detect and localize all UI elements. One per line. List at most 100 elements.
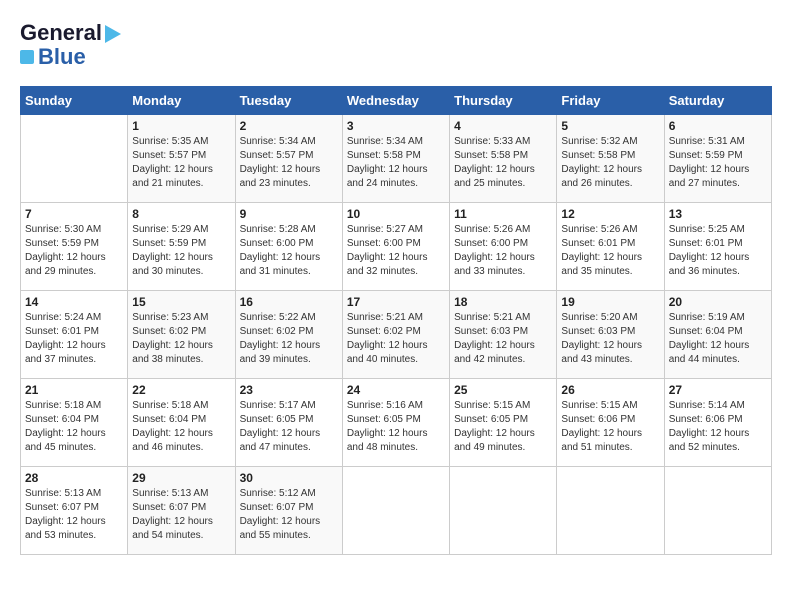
- daylight-text: Daylight: 12 hours and 32 minutes.: [347, 252, 428, 277]
- day-info: Sunrise: 5:19 AM Sunset: 6:04 PM Dayligh…: [669, 311, 767, 367]
- calendar-cell: 30 Sunrise: 5:12 AM Sunset: 6:07 PM Dayl…: [235, 467, 342, 555]
- page-header: General Blue: [20, 20, 772, 70]
- calendar-cell: 5 Sunrise: 5:32 AM Sunset: 5:58 PM Dayli…: [557, 115, 664, 203]
- day-number: 4: [454, 119, 552, 133]
- day-info: Sunrise: 5:27 AM Sunset: 6:00 PM Dayligh…: [347, 223, 445, 279]
- sunset-text: Sunset: 6:02 PM: [240, 326, 314, 337]
- daylight-text: Daylight: 12 hours and 26 minutes.: [561, 164, 642, 189]
- sunrise-text: Sunrise: 5:32 AM: [561, 136, 637, 147]
- day-info: Sunrise: 5:17 AM Sunset: 6:05 PM Dayligh…: [240, 399, 338, 455]
- sunrise-text: Sunrise: 5:18 AM: [25, 400, 101, 411]
- day-number: 13: [669, 207, 767, 221]
- day-info: Sunrise: 5:22 AM Sunset: 6:02 PM Dayligh…: [240, 311, 338, 367]
- day-info: Sunrise: 5:29 AM Sunset: 5:59 PM Dayligh…: [132, 223, 230, 279]
- sunset-text: Sunset: 5:59 PM: [669, 150, 743, 161]
- day-info: Sunrise: 5:18 AM Sunset: 6:04 PM Dayligh…: [132, 399, 230, 455]
- sunset-text: Sunset: 6:05 PM: [240, 414, 314, 425]
- sunrise-text: Sunrise: 5:35 AM: [132, 136, 208, 147]
- week-row-2: 7 Sunrise: 5:30 AM Sunset: 5:59 PM Dayli…: [21, 203, 772, 291]
- daylight-text: Daylight: 12 hours and 40 minutes.: [347, 340, 428, 365]
- daylight-text: Daylight: 12 hours and 43 minutes.: [561, 340, 642, 365]
- daylight-text: Daylight: 12 hours and 30 minutes.: [132, 252, 213, 277]
- daylight-text: Daylight: 12 hours and 39 minutes.: [240, 340, 321, 365]
- logo-text-blue: Blue: [38, 44, 86, 70]
- sunrise-text: Sunrise: 5:21 AM: [347, 312, 423, 323]
- sunset-text: Sunset: 5:59 PM: [132, 238, 206, 249]
- sunset-text: Sunset: 6:01 PM: [669, 238, 743, 249]
- day-number: 23: [240, 383, 338, 397]
- calendar-cell: 25 Sunrise: 5:15 AM Sunset: 6:05 PM Dayl…: [450, 379, 557, 467]
- weekday-header-sunday: Sunday: [21, 87, 128, 115]
- day-info: Sunrise: 5:34 AM Sunset: 5:57 PM Dayligh…: [240, 135, 338, 191]
- sunrise-text: Sunrise: 5:21 AM: [454, 312, 530, 323]
- sunset-text: Sunset: 6:07 PM: [240, 502, 314, 513]
- day-info: Sunrise: 5:13 AM Sunset: 6:07 PM Dayligh…: [132, 487, 230, 543]
- sunrise-text: Sunrise: 5:13 AM: [132, 488, 208, 499]
- calendar-cell: 26 Sunrise: 5:15 AM Sunset: 6:06 PM Dayl…: [557, 379, 664, 467]
- calendar-cell: 27 Sunrise: 5:14 AM Sunset: 6:06 PM Dayl…: [664, 379, 771, 467]
- day-number: 28: [25, 471, 123, 485]
- daylight-text: Daylight: 12 hours and 52 minutes.: [669, 428, 750, 453]
- day-info: Sunrise: 5:14 AM Sunset: 6:06 PM Dayligh…: [669, 399, 767, 455]
- sunrise-text: Sunrise: 5:22 AM: [240, 312, 316, 323]
- sunset-text: Sunset: 6:06 PM: [669, 414, 743, 425]
- daylight-text: Daylight: 12 hours and 47 minutes.: [240, 428, 321, 453]
- day-info: Sunrise: 5:35 AM Sunset: 5:57 PM Dayligh…: [132, 135, 230, 191]
- sunrise-text: Sunrise: 5:16 AM: [347, 400, 423, 411]
- sunrise-text: Sunrise: 5:27 AM: [347, 224, 423, 235]
- sunrise-text: Sunrise: 5:17 AM: [240, 400, 316, 411]
- day-info: Sunrise: 5:25 AM Sunset: 6:01 PM Dayligh…: [669, 223, 767, 279]
- daylight-text: Daylight: 12 hours and 55 minutes.: [240, 516, 321, 541]
- calendar-cell: 14 Sunrise: 5:24 AM Sunset: 6:01 PM Dayl…: [21, 291, 128, 379]
- day-number: 6: [669, 119, 767, 133]
- weekday-header-saturday: Saturday: [664, 87, 771, 115]
- daylight-text: Daylight: 12 hours and 24 minutes.: [347, 164, 428, 189]
- day-info: Sunrise: 5:15 AM Sunset: 6:06 PM Dayligh…: [561, 399, 659, 455]
- week-row-4: 21 Sunrise: 5:18 AM Sunset: 6:04 PM Dayl…: [21, 379, 772, 467]
- day-number: 17: [347, 295, 445, 309]
- day-info: Sunrise: 5:15 AM Sunset: 6:05 PM Dayligh…: [454, 399, 552, 455]
- calendar-cell: 28 Sunrise: 5:13 AM Sunset: 6:07 PM Dayl…: [21, 467, 128, 555]
- sunrise-text: Sunrise: 5:34 AM: [347, 136, 423, 147]
- weekday-header-thursday: Thursday: [450, 87, 557, 115]
- day-number: 9: [240, 207, 338, 221]
- logo-blue-box: [20, 50, 34, 64]
- calendar-cell: 11 Sunrise: 5:26 AM Sunset: 6:00 PM Dayl…: [450, 203, 557, 291]
- sunrise-text: Sunrise: 5:23 AM: [132, 312, 208, 323]
- day-number: 16: [240, 295, 338, 309]
- sunrise-text: Sunrise: 5:26 AM: [561, 224, 637, 235]
- sunrise-text: Sunrise: 5:33 AM: [454, 136, 530, 147]
- day-info: Sunrise: 5:30 AM Sunset: 5:59 PM Dayligh…: [25, 223, 123, 279]
- sunrise-text: Sunrise: 5:19 AM: [669, 312, 745, 323]
- calendar-cell: 29 Sunrise: 5:13 AM Sunset: 6:07 PM Dayl…: [128, 467, 235, 555]
- sunset-text: Sunset: 6:00 PM: [240, 238, 314, 249]
- day-number: 27: [669, 383, 767, 397]
- sunset-text: Sunset: 5:58 PM: [561, 150, 635, 161]
- sunset-text: Sunset: 6:05 PM: [454, 414, 528, 425]
- day-info: Sunrise: 5:21 AM Sunset: 6:03 PM Dayligh…: [454, 311, 552, 367]
- weekday-header-monday: Monday: [128, 87, 235, 115]
- daylight-text: Daylight: 12 hours and 38 minutes.: [132, 340, 213, 365]
- sunrise-text: Sunrise: 5:14 AM: [669, 400, 745, 411]
- daylight-text: Daylight: 12 hours and 46 minutes.: [132, 428, 213, 453]
- daylight-text: Daylight: 12 hours and 54 minutes.: [132, 516, 213, 541]
- sunset-text: Sunset: 6:05 PM: [347, 414, 421, 425]
- calendar-cell: 24 Sunrise: 5:16 AM Sunset: 6:05 PM Dayl…: [342, 379, 449, 467]
- calendar-cell: 13 Sunrise: 5:25 AM Sunset: 6:01 PM Dayl…: [664, 203, 771, 291]
- sunrise-text: Sunrise: 5:25 AM: [669, 224, 745, 235]
- sunset-text: Sunset: 6:02 PM: [347, 326, 421, 337]
- calendar-cell: 10 Sunrise: 5:27 AM Sunset: 6:00 PM Dayl…: [342, 203, 449, 291]
- day-info: Sunrise: 5:31 AM Sunset: 5:59 PM Dayligh…: [669, 135, 767, 191]
- calendar-cell: 22 Sunrise: 5:18 AM Sunset: 6:04 PM Dayl…: [128, 379, 235, 467]
- day-number: 25: [454, 383, 552, 397]
- weekday-row: SundayMondayTuesdayWednesdayThursdayFrid…: [21, 87, 772, 115]
- daylight-text: Daylight: 12 hours and 33 minutes.: [454, 252, 535, 277]
- day-number: 21: [25, 383, 123, 397]
- daylight-text: Daylight: 12 hours and 44 minutes.: [669, 340, 750, 365]
- daylight-text: Daylight: 12 hours and 49 minutes.: [454, 428, 535, 453]
- daylight-text: Daylight: 12 hours and 31 minutes.: [240, 252, 321, 277]
- sunrise-text: Sunrise: 5:29 AM: [132, 224, 208, 235]
- sunrise-text: Sunrise: 5:24 AM: [25, 312, 101, 323]
- sunset-text: Sunset: 6:00 PM: [347, 238, 421, 249]
- day-info: Sunrise: 5:12 AM Sunset: 6:07 PM Dayligh…: [240, 487, 338, 543]
